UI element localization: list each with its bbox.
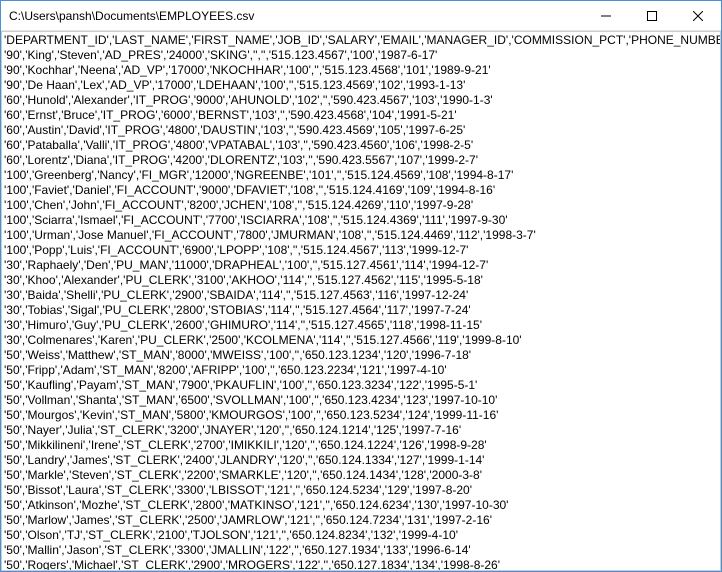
text-line: '30','Himuro','Guy','PU_CLERK','2600','G… [4,318,718,333]
text-line: '100','Urman','Jose Manuel','FI_ACCOUNT'… [4,228,718,243]
text-line: '50','Rogers','Michael','ST_CLERK','2900… [4,558,718,570]
text-line: '50','Nayer','Julia','ST_CLERK','3200','… [4,423,718,438]
text-content[interactable]: 'DEPARTMENT_ID','LAST_NAME','FIRST_NAME'… [2,32,720,570]
text-line: '50','Bissot','Laura','ST_CLERK','3300',… [4,483,718,498]
text-line: '50','Kaufling','Payam','ST_MAN','7900',… [4,378,718,393]
text-line: '30','Raphaely','Den','PU_MAN','11000','… [4,258,718,273]
text-line: '50','Mourgos','Kevin','ST_MAN','5800','… [4,408,718,423]
text-line: '90','De Haan','Lex','AD_VP','17000','LD… [4,78,718,93]
text-line: '50','Fripp','Adam','ST_MAN','8200','AFR… [4,363,718,378]
text-line: '100','Greenberg','Nancy','FI_MGR','1200… [4,168,718,183]
text-line: '30','Tobias','Sigal','PU_CLERK','2800',… [4,303,718,318]
content-border: 'DEPARTMENT_ID','LAST_NAME','FIRST_NAME'… [1,31,721,571]
text-line: '50','Mallin','Jason','ST_CLERK','3300',… [4,543,718,558]
minimize-icon [601,11,611,21]
maximize-button[interactable] [629,1,675,30]
window-title: C:\Users\pansh\Documents\EMPLOYEES.csv [9,9,583,23]
text-line: '90','Kochhar','Neena','AD_VP','17000','… [4,63,718,78]
text-line: 'DEPARTMENT_ID','LAST_NAME','FIRST_NAME'… [4,33,718,48]
text-line: '50','Marlow','James','ST_CLERK','2500',… [4,513,718,528]
text-line: '60','Austin','David','IT_PROG','4800','… [4,123,718,138]
text-line: '50','Markle','Steven','ST_CLERK','2200'… [4,468,718,483]
close-icon [693,11,703,21]
window-controls [583,1,721,30]
text-line: '30','Colmenares','Karen','PU_CLERK','25… [4,333,718,348]
text-line: '30','Khoo','Alexander','PU_CLERK','3100… [4,273,718,288]
text-line: '100','Chen','John','FI_ACCOUNT','8200',… [4,198,718,213]
text-line: '60','Pataballa','Valli','IT_PROG','4800… [4,138,718,153]
text-line: '50','Weiss','Matthew','ST_MAN','8000','… [4,348,718,363]
close-button[interactable] [675,1,721,30]
text-line: '60','Lorentz','Diana','IT_PROG','4200',… [4,153,718,168]
text-line: '100','Faviet','Daniel','FI_ACCOUNT','90… [4,183,718,198]
maximize-icon [647,11,657,21]
text-line: '50','Landry','James','ST_CLERK','2400',… [4,453,718,468]
text-line: '50','Mikkilineni','Irene','ST_CLERK','2… [4,438,718,453]
text-line: '100','Sciarra','Ismael','FI_ACCOUNT','7… [4,213,718,228]
text-line: '90','King','Steven','AD_PRES','24000','… [4,48,718,63]
text-line: '50','Atkinson','Mozhe','ST_CLERK','2800… [4,498,718,513]
window-frame: C:\Users\pansh\Documents\EMPLOYEES.csv '… [0,0,722,572]
text-line: '100','Popp','Luis','FI_ACCOUNT','6900',… [4,243,718,258]
text-line: '60','Hunold','Alexander','IT_PROG','900… [4,93,718,108]
text-line: '50','Olson','TJ','ST_CLERK','2100','TJO… [4,528,718,543]
minimize-button[interactable] [583,1,629,30]
title-bar[interactable]: C:\Users\pansh\Documents\EMPLOYEES.csv [1,1,721,31]
text-line: '30','Baida','Shelli','PU_CLERK','2900',… [4,288,718,303]
text-line: '60','Ernst','Bruce','IT_PROG','6000','B… [4,108,718,123]
text-line: '50','Vollman','Shanta','ST_MAN','6500',… [4,393,718,408]
